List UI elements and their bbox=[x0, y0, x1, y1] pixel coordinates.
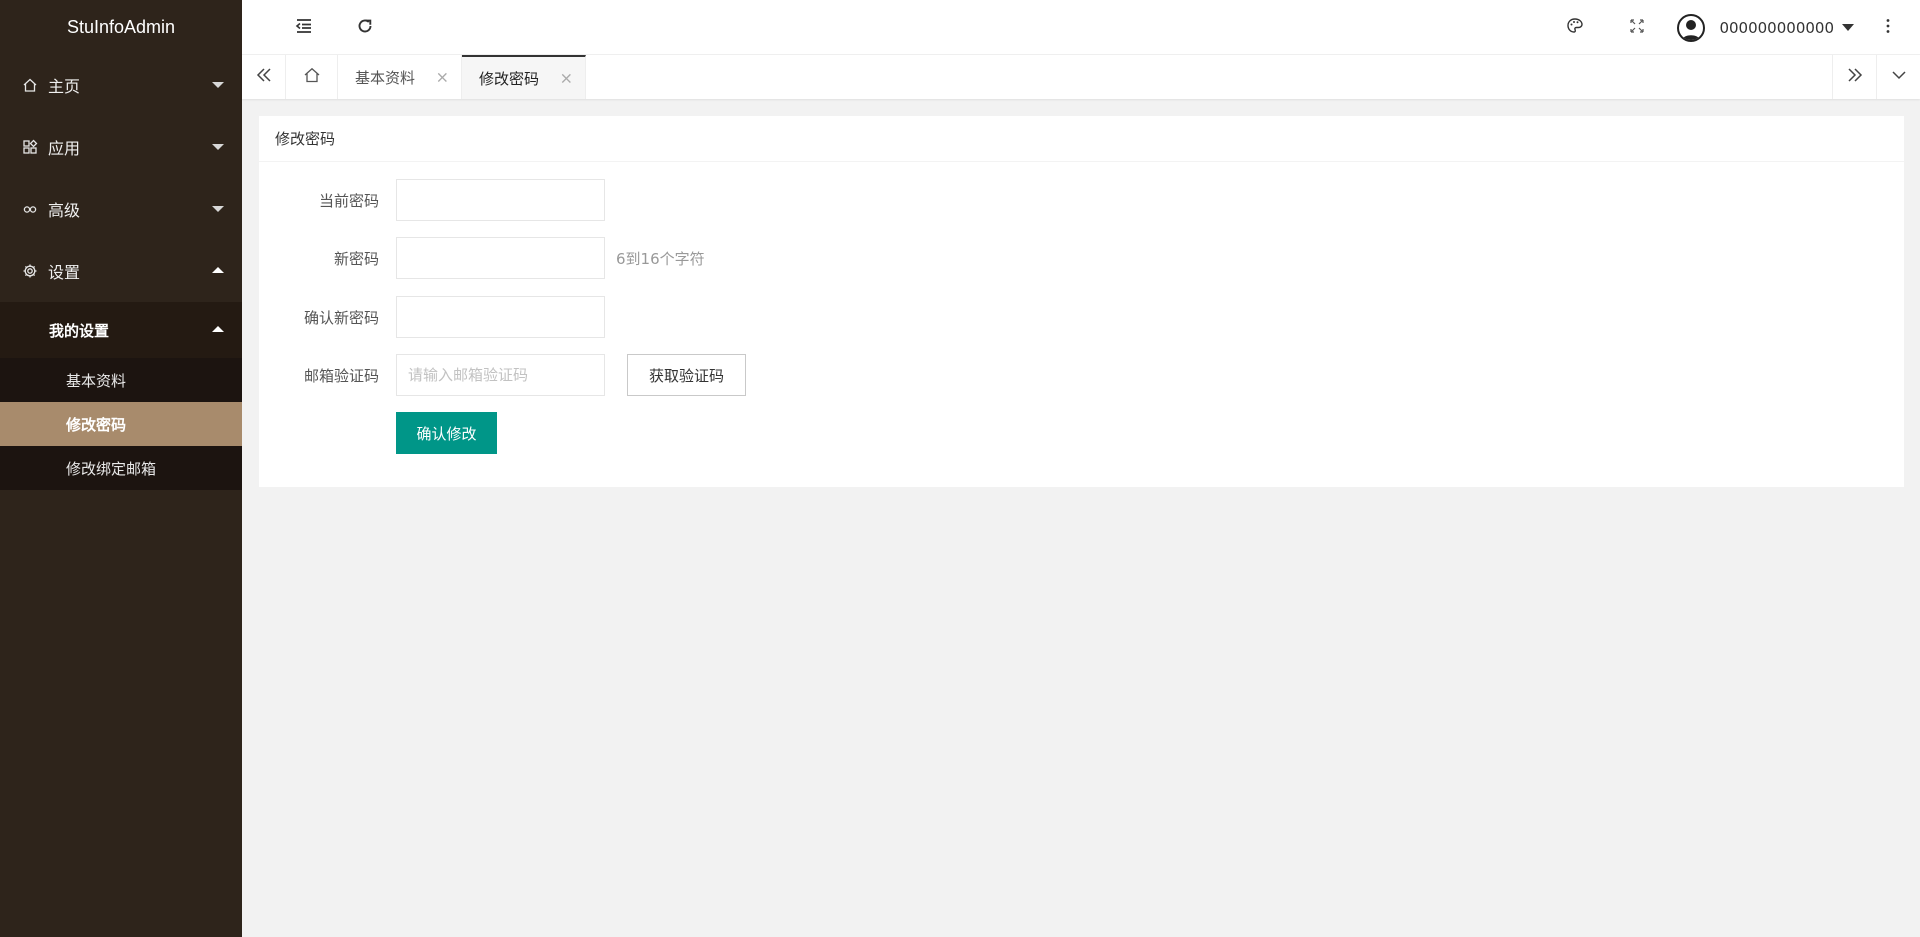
get-code-button[interactable]: 获取验证码 bbox=[627, 354, 746, 396]
sidebar-item-home[interactable]: 主页 bbox=[0, 54, 242, 116]
double-chevron-left-icon bbox=[255, 66, 273, 88]
sidebar-item-senior[interactable]: 高级 bbox=[0, 178, 242, 240]
sidebar-group-label: 我的设置 bbox=[49, 321, 110, 340]
confirm-password-input[interactable] bbox=[396, 296, 605, 338]
theme-button[interactable] bbox=[1555, 0, 1595, 55]
fullscreen-button[interactable] bbox=[1617, 0, 1657, 55]
app-logo[interactable]: StuInfoAdmin bbox=[0, 0, 242, 54]
card-title: 修改密码 bbox=[259, 116, 1904, 162]
new-password-row: 新密码 6到16个字符 bbox=[259, 237, 705, 279]
senior-icon bbox=[22, 201, 38, 217]
current-password-row: 当前密码 bbox=[259, 179, 605, 221]
close-icon[interactable]: × bbox=[436, 68, 449, 87]
current-password-input[interactable] bbox=[396, 179, 605, 221]
sidebar-item-change-password[interactable]: 修改密码 bbox=[0, 402, 242, 446]
more-vertical-icon bbox=[1878, 16, 1898, 40]
tabs-right-controls bbox=[1832, 55, 1920, 99]
tab-change-password[interactable]: 修改密码 × bbox=[462, 55, 587, 99]
sidebar-item-label: 高级 bbox=[48, 201, 81, 220]
fullscreen-icon bbox=[1627, 16, 1647, 40]
sidebar-item-apps[interactable]: 应用 bbox=[0, 116, 242, 178]
chevron-down-icon bbox=[212, 82, 224, 88]
confirm-password-row: 确认新密码 bbox=[259, 296, 605, 338]
sidebar-item-label: 主页 bbox=[48, 77, 81, 96]
chevron-down-icon bbox=[1890, 66, 1908, 88]
confirm-change-button[interactable]: 确认修改 bbox=[396, 412, 497, 454]
shrink-menu-icon bbox=[294, 16, 314, 40]
chevron-down-icon bbox=[1842, 24, 1854, 31]
close-icon[interactable]: × bbox=[560, 69, 573, 88]
sidebar-item-label: 应用 bbox=[48, 139, 81, 158]
home-icon bbox=[303, 66, 321, 88]
more-menu-button[interactable] bbox=[1868, 0, 1908, 55]
tab-label: 修改密码 bbox=[479, 69, 540, 88]
tab-home[interactable] bbox=[286, 55, 338, 99]
change-password-card: 修改密码 当前密码 新密码 6到16个字符 确认新密码 邮箱验证码 获取验证码 … bbox=[259, 116, 1904, 487]
sidebar-item-label: 设置 bbox=[48, 263, 81, 282]
new-password-input[interactable] bbox=[396, 237, 605, 279]
theme-palette-icon bbox=[1565, 16, 1585, 40]
sidebar-item-my-settings[interactable]: 我的设置 bbox=[0, 302, 242, 358]
shrink-menu-button[interactable] bbox=[284, 0, 324, 55]
submit-row: 确认修改 bbox=[259, 412, 659, 454]
user-menu[interactable]: 000000000000 bbox=[1677, 0, 1854, 55]
tab-label: 基本资料 bbox=[355, 68, 416, 87]
chevron-up-icon bbox=[212, 326, 224, 332]
email-code-input[interactable] bbox=[396, 354, 605, 396]
chevron-up-icon bbox=[212, 267, 224, 273]
new-password-hint: 6到16个字符 bbox=[616, 249, 705, 268]
apps-icon bbox=[22, 139, 38, 155]
top-header: 000000000000 bbox=[242, 0, 1920, 55]
tabs-scroll-left-button[interactable] bbox=[242, 55, 286, 99]
sidebar-item-basic-info[interactable]: 基本资料 bbox=[0, 358, 242, 402]
email-code-label: 邮箱验证码 bbox=[303, 366, 379, 385]
tab-basic-info[interactable]: 基本资料 × bbox=[338, 55, 463, 99]
sidebar-item-settings[interactable]: 设置 bbox=[0, 240, 242, 302]
new-password-label: 新密码 bbox=[333, 249, 379, 268]
email-code-row: 邮箱验证码 获取验证码 bbox=[259, 354, 859, 396]
gear-icon bbox=[22, 263, 38, 279]
tabs-dropdown-button[interactable] bbox=[1876, 55, 1920, 99]
refresh-icon bbox=[355, 16, 375, 40]
refresh-button[interactable] bbox=[345, 0, 385, 55]
chevron-down-icon bbox=[212, 206, 224, 212]
page-tabs: 基本资料 × 修改密码 × bbox=[242, 55, 1920, 99]
tabs-scroll-right-button[interactable] bbox=[1832, 55, 1876, 99]
current-password-label: 当前密码 bbox=[318, 191, 379, 210]
sidebar: StuInfoAdmin 主页 应用 高级 设置 我的设置 基本资料 修改密码 … bbox=[0, 0, 242, 937]
user-name: 000000000000 bbox=[1719, 18, 1834, 37]
confirm-password-label: 确认新密码 bbox=[303, 308, 379, 327]
home-icon bbox=[22, 77, 38, 93]
avatar-icon bbox=[1677, 13, 1706, 42]
sidebar-item-change-email[interactable]: 修改绑定邮箱 bbox=[0, 446, 242, 490]
double-chevron-right-icon bbox=[1846, 66, 1864, 88]
settings-submenu: 我的设置 基本资料 修改密码 修改绑定邮箱 bbox=[0, 302, 242, 490]
chevron-down-icon bbox=[212, 144, 224, 150]
my-settings-list: 基本资料 修改密码 修改绑定邮箱 bbox=[0, 358, 242, 490]
